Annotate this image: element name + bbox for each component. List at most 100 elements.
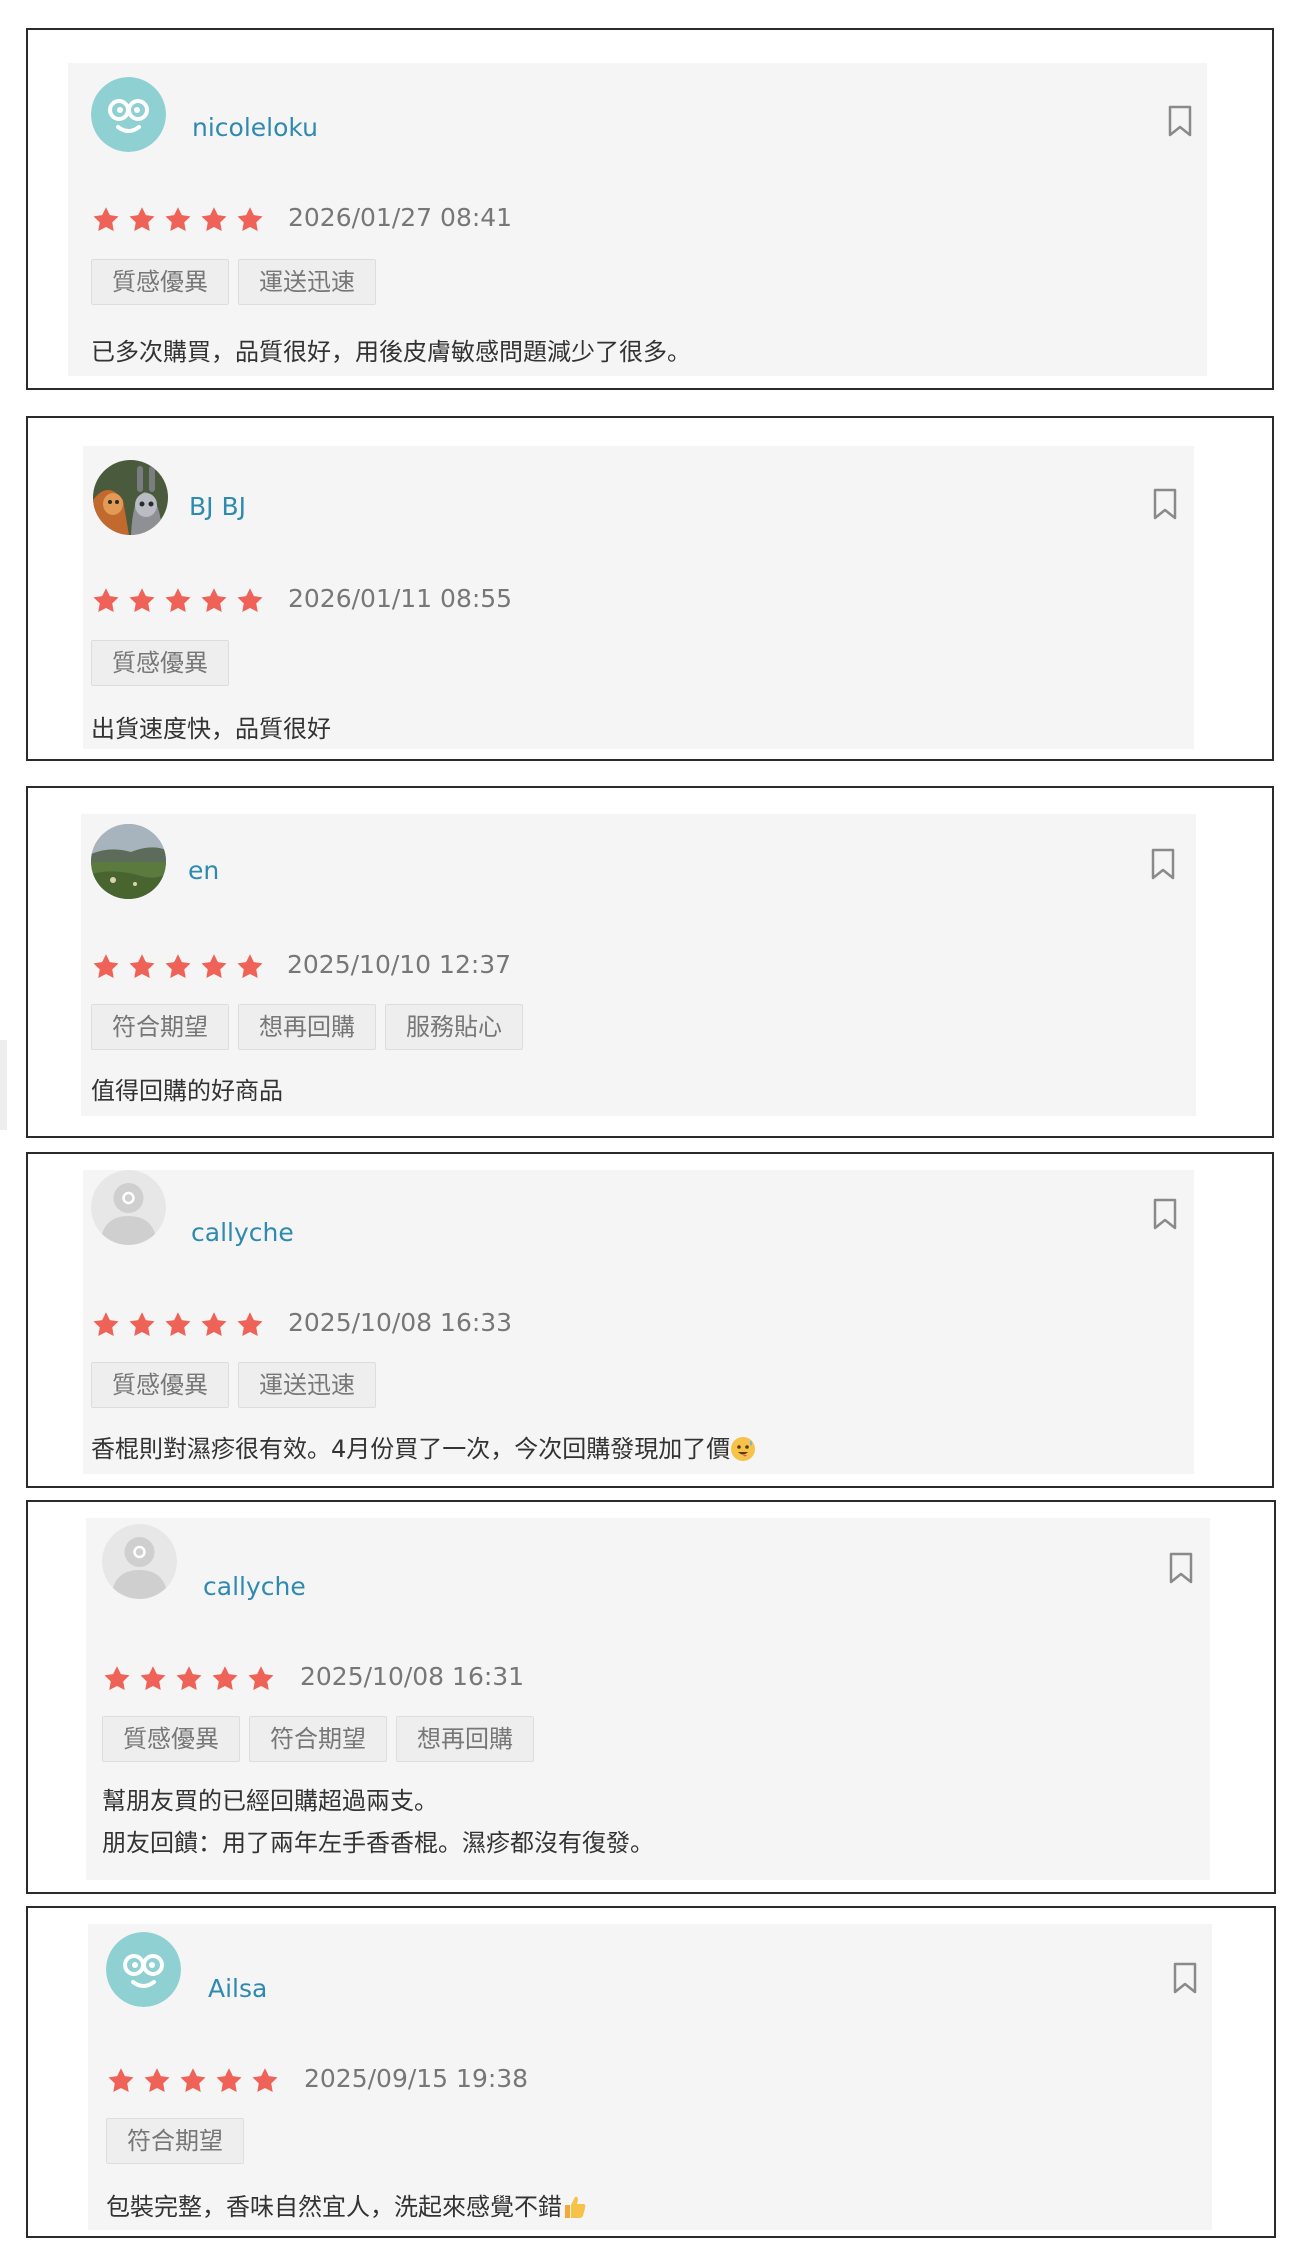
star-icon: [180, 2068, 206, 2093]
avatar[interactable]: [93, 460, 168, 535]
star-icon: [201, 954, 227, 979]
review-date: 2025/10/10 12:37: [287, 950, 512, 979]
review-card: nicoleloku 2026/01/27 08:41 質感優異 運送迅速 已多…: [68, 63, 1207, 376]
star-icon: [108, 2068, 134, 2093]
review-tag: 符合期望: [106, 2118, 244, 2164]
avatar[interactable]: [91, 824, 166, 899]
star-rating: [91, 952, 265, 982]
review-date: 2025/10/08 16:31: [300, 1662, 525, 1691]
review-frame: Ailsa 2025/09/15 19:38 符合期望 包裝完整，香味自然宜人，…: [26, 1906, 1276, 2238]
thumbs-up-emoji: [565, 2196, 586, 2218]
review-frame: callyche 2025/10/08 16:33 質感優異 運送迅速 香棍則對…: [26, 1152, 1274, 1488]
star-icon: [93, 588, 119, 613]
star-icon: [129, 207, 155, 232]
review-tag: 想再回購: [238, 1004, 376, 1050]
comment-text: 香棍則對濕疹很有效。4月份買了一次，今次回購發現加了價: [91, 1435, 731, 1463]
review-comment: 包裝完整，香味自然宜人，洗起來感覺不錯: [106, 2186, 588, 2228]
sweat-smile-emoji: [731, 1437, 756, 1461]
review-tag: 運送迅速: [238, 1362, 376, 1408]
star-icon: [93, 207, 119, 232]
star-icon: [216, 2068, 242, 2093]
star-icon: [140, 1666, 166, 1691]
avatar[interactable]: [106, 1932, 181, 2007]
review-tag: 質感優異: [91, 1362, 229, 1408]
review-date: 2026/01/27 08:41: [288, 203, 513, 232]
star-rating: [91, 205, 265, 235]
star-icon: [237, 207, 263, 232]
star-icon: [129, 1312, 155, 1337]
tag-list: 質感優異 運送迅速: [91, 1362, 376, 1408]
review-frame: BJ BJ 2026/01/11 08:55 質感優異 出貨速度快，品質很好: [26, 416, 1274, 761]
star-icon: [93, 1312, 119, 1337]
star-icon: [237, 1312, 263, 1337]
star-icon: [237, 588, 263, 613]
review-card: callyche 2025/10/08 16:31 質感優異 符合期望 想再回購…: [86, 1518, 1210, 1880]
review-frame: nicoleloku 2026/01/27 08:41 質感優異 運送迅速 已多…: [26, 28, 1274, 390]
review-tag: 符合期望: [249, 1716, 387, 1762]
review-tag: 服務貼心: [385, 1004, 523, 1050]
bookmark-icon[interactable]: [1152, 1198, 1178, 1230]
star-icon: [212, 1666, 238, 1691]
avatar[interactable]: [91, 77, 166, 152]
review-card: en 2025/10/10 12:37 符合期望 想再回購 服務貼心 值得回購的…: [81, 814, 1196, 1116]
star-icon: [144, 2068, 170, 2093]
review-tag: 質感優異: [91, 640, 229, 686]
review-date: 2025/10/08 16:33: [288, 1308, 513, 1337]
review-card: callyche 2025/10/08 16:33 質感優異 運送迅速 香棍則對…: [83, 1170, 1194, 1474]
star-icon: [176, 1666, 202, 1691]
side-edge: [0, 1040, 7, 1130]
username[interactable]: en: [188, 856, 219, 885]
review-tag: 運送迅速: [238, 259, 376, 305]
username[interactable]: Ailsa: [208, 1974, 267, 2003]
review-frame: callyche 2025/10/08 16:31 質感優異 符合期望 想再回購…: [26, 1500, 1276, 1894]
star-rating: [91, 1310, 265, 1340]
bookmark-icon[interactable]: [1168, 1552, 1194, 1584]
review-comment: 已多次購買，品質很好，用後皮膚敏感問題減少了很多。: [91, 338, 691, 366]
username[interactable]: callyche: [191, 1218, 294, 1247]
username[interactable]: BJ BJ: [189, 492, 246, 521]
star-icon: [201, 588, 227, 613]
avatar[interactable]: [91, 1170, 166, 1245]
review-comment: 香棍則對濕疹很有效。4月份買了一次，今次回購發現加了價: [91, 1428, 756, 1470]
mascot-avatar-icon: [106, 1932, 181, 2007]
bookmark-icon[interactable]: [1167, 105, 1193, 137]
username[interactable]: nicoleloku: [192, 113, 318, 142]
bookmark-icon[interactable]: [1152, 488, 1178, 520]
tag-list: 質感優異 運送迅速: [91, 259, 376, 305]
review-tag: 符合期望: [91, 1004, 229, 1050]
star-icon: [201, 1312, 227, 1337]
star-icon: [165, 588, 191, 613]
star-rating: [102, 1664, 276, 1694]
star-icon: [248, 1666, 274, 1691]
star-rating: [91, 586, 265, 616]
mascot-avatar-icon: [91, 77, 166, 152]
star-icon: [237, 954, 263, 979]
star-icon: [165, 1312, 191, 1337]
landscape-photo-avatar: [91, 824, 166, 899]
star-icon: [201, 207, 227, 232]
star-icon: [165, 954, 191, 979]
review-comment: 幫朋友買的已經回購超過兩支。 朋友回饋：用了兩年左手香香棍。濕疹都沒有復發。: [102, 1787, 654, 1857]
bookmark-icon[interactable]: [1172, 1962, 1198, 1994]
star-icon: [129, 588, 155, 613]
review-tag: 質感優異: [91, 259, 229, 305]
username[interactable]: callyche: [203, 1572, 306, 1601]
comment-text: 包裝完整，香味自然宜人，洗起來感覺不錯: [106, 2193, 562, 2221]
default-user-avatar: [102, 1524, 177, 1599]
tag-list: 質感優異 符合期望 想再回購: [102, 1716, 534, 1762]
review-date: 2025/09/15 19:38: [304, 2064, 529, 2093]
review-card: BJ BJ 2026/01/11 08:55 質感優異 出貨速度快，品質很好: [83, 446, 1194, 749]
review-tag: 質感優異: [102, 1716, 240, 1762]
star-icon: [93, 954, 119, 979]
avatar[interactable]: [102, 1524, 177, 1599]
star-icon: [252, 2068, 278, 2093]
tag-list: 質感優異: [91, 640, 229, 686]
cartoon-photo-avatar: [93, 460, 168, 535]
star-rating: [106, 2066, 280, 2096]
review-card: Ailsa 2025/09/15 19:38 符合期望 包裝完整，香味自然宜人，…: [88, 1924, 1212, 2230]
star-icon: [129, 954, 155, 979]
review-comment: 值得回購的好商品: [91, 1077, 283, 1105]
review-frame: en 2025/10/10 12:37 符合期望 想再回購 服務貼心 值得回購的…: [26, 786, 1274, 1138]
star-icon: [104, 1666, 130, 1691]
bookmark-icon[interactable]: [1150, 848, 1176, 880]
